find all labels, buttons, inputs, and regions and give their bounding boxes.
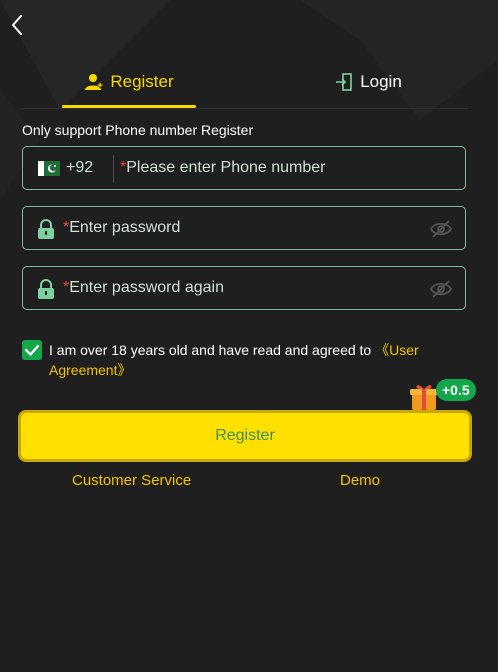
auth-tabs: Register Login [22, 58, 468, 109]
active-tab-indicator [62, 105, 196, 108]
country-code[interactable]: +92 [66, 159, 93, 177]
register-notice: Only support Phone number Register [22, 122, 254, 138]
tab-login[interactable]: Login [306, 58, 430, 106]
tab-register[interactable]: Register [62, 58, 196, 106]
login-door-icon [336, 73, 352, 91]
lock-icon [38, 219, 54, 239]
eye-hidden-icon[interactable] [429, 279, 453, 299]
password-confirm-input[interactable] [70, 267, 420, 309]
register-button[interactable]: Register [18, 410, 472, 462]
password-confirm-field: *Enter password again [22, 266, 466, 310]
back-arrow-icon[interactable] [6, 12, 28, 38]
password-field: *Enter password [22, 206, 466, 250]
eye-hidden-icon[interactable] [429, 219, 453, 239]
tab-register-label: Register [110, 72, 174, 91]
phone-field: +92 *Please enter Phone number [22, 146, 466, 190]
gift-icon [410, 385, 438, 410]
required-mark: * [63, 219, 70, 236]
customer-service-link[interactable]: Customer Service [72, 472, 191, 489]
phone-input[interactable] [127, 147, 457, 189]
field-divider [113, 155, 114, 183]
user-add-icon [85, 74, 104, 90]
required-mark: * [120, 159, 127, 176]
bonus-badge: +0.5 [436, 379, 476, 401]
agreement-text: I am over 18 years old and have read and… [49, 342, 376, 358]
agreement-checkbox[interactable] [22, 340, 42, 360]
password-input[interactable] [70, 207, 420, 249]
check-icon [24, 344, 40, 356]
required-mark: * [63, 279, 70, 296]
demo-link[interactable]: Demo [340, 472, 380, 489]
pakistan-flag-icon[interactable] [38, 161, 60, 176]
tab-login-label: Login [360, 72, 402, 91]
lock-icon [38, 279, 54, 299]
